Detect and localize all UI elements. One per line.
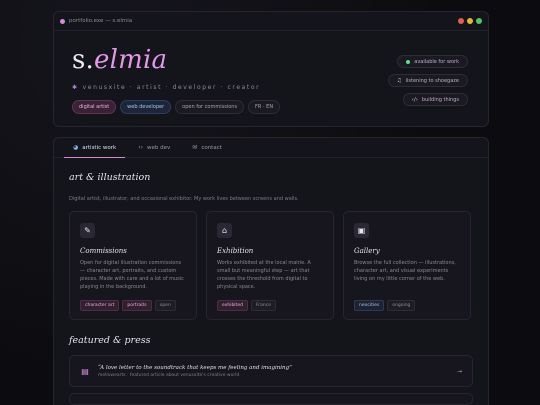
newspaper-icon: ▤ bbox=[81, 366, 89, 376]
code-icon: ‹› bbox=[138, 144, 144, 151]
chip-languages: FR · EN bbox=[248, 100, 281, 114]
tagline-text: venusxite · artist · developer · creator bbox=[82, 84, 261, 91]
tab-contact[interactable]: ✉ contact bbox=[181, 138, 233, 157]
available-pill: available for work bbox=[397, 55, 468, 68]
brush-icon: ✎ bbox=[80, 223, 95, 238]
name-prefix: s. bbox=[72, 45, 95, 75]
maximize-light[interactable] bbox=[476, 18, 482, 24]
palette-icon: ◕ bbox=[73, 144, 79, 151]
window-controls bbox=[458, 18, 482, 24]
featured-title: featured & press bbox=[69, 335, 151, 346]
tag: exhibited bbox=[217, 300, 248, 311]
chip-digital-artist: digital artist bbox=[72, 100, 117, 114]
music-note-icon: ♫ bbox=[396, 77, 402, 84]
sparkle-icon: ✱ bbox=[72, 84, 79, 91]
card-tags: neocities ongoing bbox=[354, 300, 416, 311]
press-text: “A love letter to the soundtrack that ke… bbox=[98, 365, 449, 378]
card-tags: character art portraits open bbox=[80, 300, 176, 311]
title-bar: portfolio.exe — s.elmia bbox=[54, 12, 488, 31]
hero-window: portfolio.exe — s.elmia s. elmia ✱ venusx… bbox=[53, 11, 489, 127]
minimize-light[interactable] bbox=[467, 18, 473, 24]
app-dot-icon bbox=[60, 18, 65, 24]
tab-label: web dev bbox=[147, 144, 171, 151]
art-section: art & illustration Digital artist, illus… bbox=[54, 172, 488, 405]
tab-bar: ◕ artistic work ‹› web dev ✉ contact bbox=[54, 138, 488, 158]
tag: ongoing bbox=[387, 300, 416, 311]
listening-text: listening to shoegaze bbox=[405, 77, 459, 84]
tag: open bbox=[154, 300, 176, 311]
card-body: Works exhibited at the local mairie. A s… bbox=[217, 260, 311, 290]
card-body: Browse the full collection — illustratio… bbox=[354, 260, 456, 282]
image-icon: ▣ bbox=[354, 223, 369, 238]
chip-commissions: open for commissions bbox=[175, 100, 245, 114]
mail-icon: ✉ bbox=[192, 144, 198, 151]
window-title: portfolio.exe — s.elmia bbox=[69, 18, 133, 24]
card-body: Open for digital illustration commission… bbox=[80, 260, 184, 290]
chip-web-developer: web developer bbox=[120, 100, 172, 114]
close-light[interactable] bbox=[458, 18, 464, 24]
tab-web-dev[interactable]: ‹› web dev bbox=[127, 138, 181, 157]
section-title: art & illustration bbox=[69, 172, 151, 183]
tab-label: artistic work bbox=[82, 144, 117, 151]
card-title: Gallery bbox=[354, 247, 380, 255]
card-title: Commissions bbox=[80, 247, 127, 255]
building-pill: ‹/› building things bbox=[402, 93, 468, 106]
card-commissions[interactable]: ✎ Commissions Open for digital illustrat… bbox=[69, 211, 197, 320]
section-description: Digital artist, illustrator, and occasio… bbox=[69, 196, 299, 202]
code-icon: ‹/› bbox=[411, 96, 418, 103]
tab-artistic-work[interactable]: ◕ artistic work bbox=[62, 138, 127, 158]
building-text: building things bbox=[421, 96, 459, 103]
name-accent: elmia bbox=[94, 45, 168, 75]
press-item-partial[interactable] bbox=[69, 393, 473, 405]
card-title: Exhibition bbox=[217, 247, 254, 255]
online-dot-icon bbox=[406, 59, 411, 64]
card-grid: ✎ Commissions Open for digital illustrat… bbox=[69, 211, 473, 320]
available-text: available for work bbox=[414, 58, 459, 65]
tag: character art bbox=[80, 300, 120, 311]
card-gallery[interactable]: ▣ Gallery Browse the full collection — i… bbox=[343, 211, 471, 320]
card-tags: exhibited France bbox=[217, 300, 276, 311]
museum-icon: ⌂ bbox=[217, 223, 232, 238]
press-quote: “A love letter to the soundtrack that ke… bbox=[98, 364, 292, 371]
tag: portraits bbox=[122, 300, 152, 311]
tag: France bbox=[250, 300, 276, 311]
press-source: mellowearts · featured article about ven… bbox=[98, 372, 240, 378]
tab-label: contact bbox=[201, 144, 222, 151]
listening-pill: ♫ listening to shoegaze bbox=[387, 74, 468, 87]
arrow-right-icon: → bbox=[456, 367, 462, 375]
press-item[interactable]: ▤ “A love letter to the soundtrack that … bbox=[69, 355, 473, 387]
content-panel: ◕ artistic work ‹› web dev ✉ contact art… bbox=[53, 137, 489, 405]
tag: neocities bbox=[354, 300, 385, 311]
status-pills: available for work ♫ listening to shoega… bbox=[387, 55, 468, 106]
card-exhibition[interactable]: ⌂ Exhibition Works exhibited at the loca… bbox=[206, 211, 334, 320]
